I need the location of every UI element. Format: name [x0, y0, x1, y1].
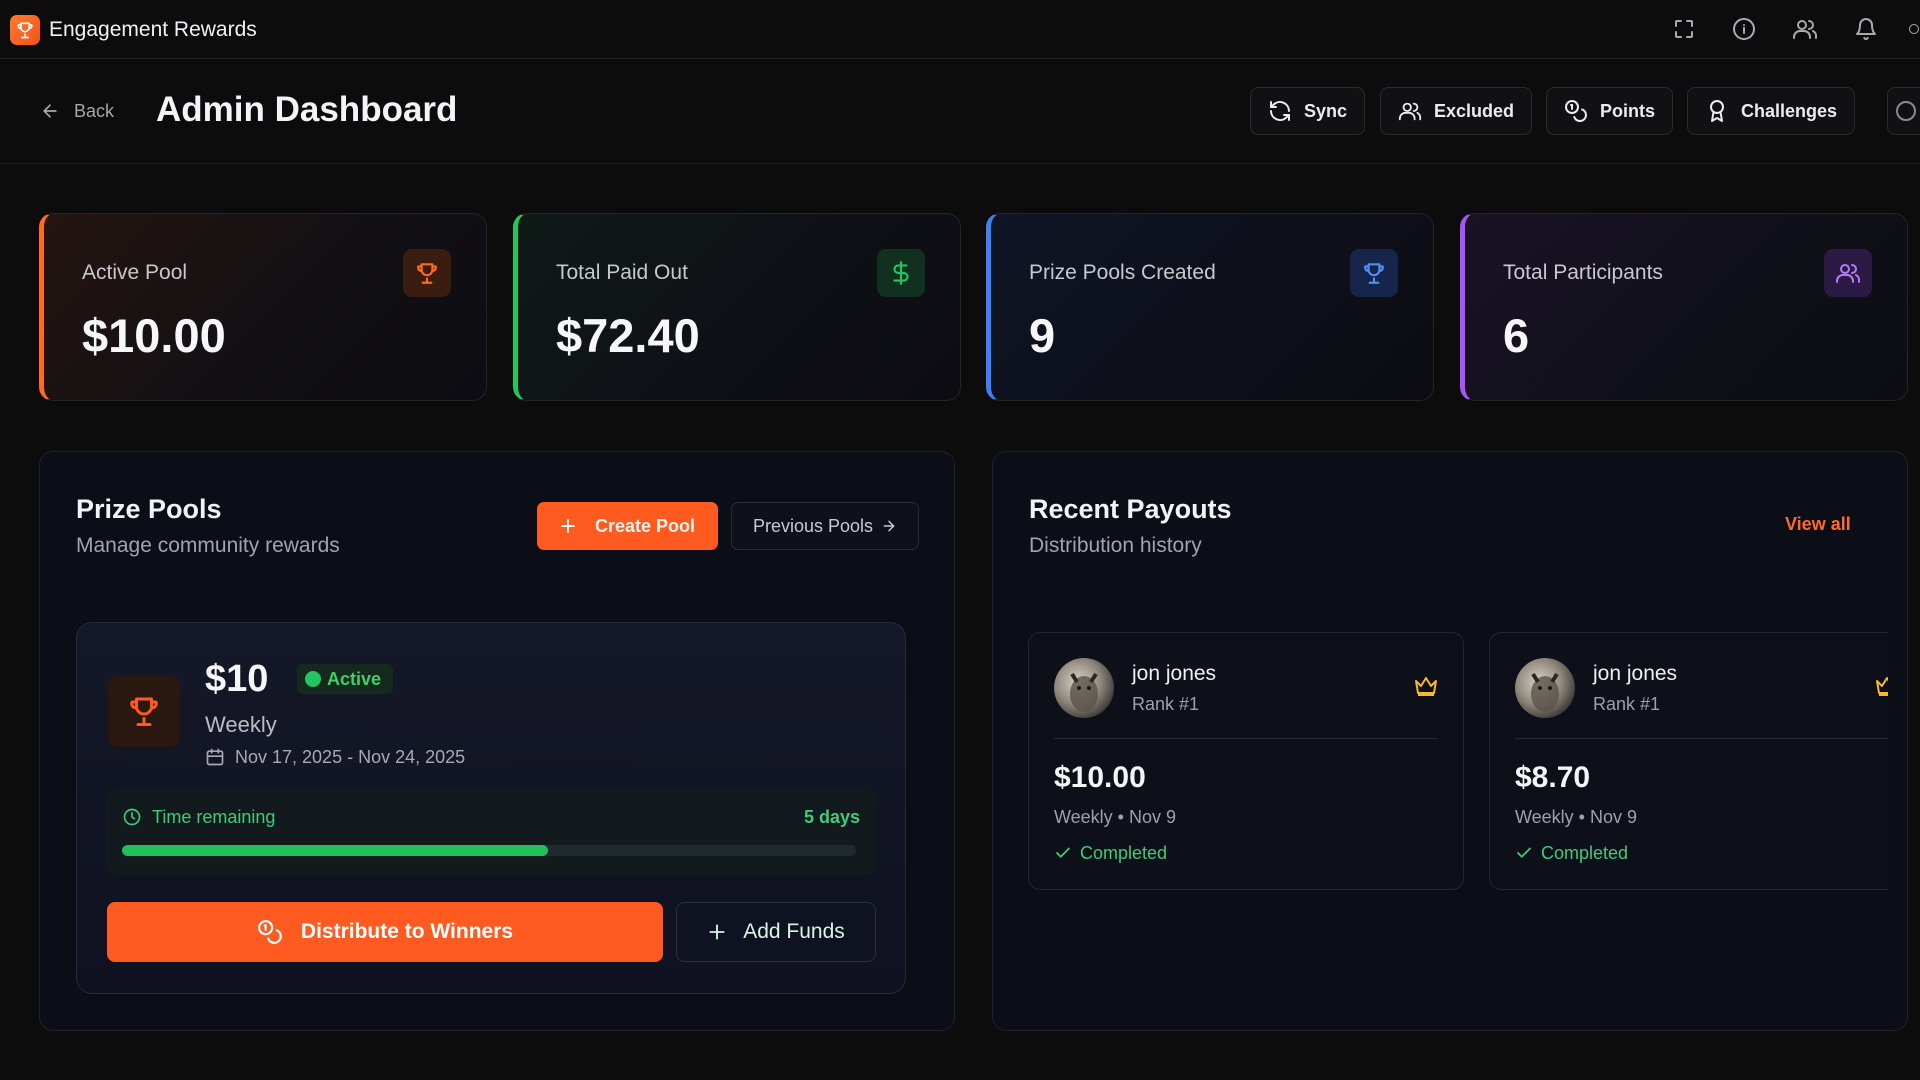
back-link[interactable]: Back	[40, 97, 114, 125]
award-icon	[1710, 100, 1724, 122]
stat-card-active-pool: Active Pool $10.00	[39, 213, 487, 401]
sync-button[interactable]: Sync	[1250, 87, 1366, 135]
divider	[1054, 738, 1438, 739]
menu-icon[interactable]	[1908, 14, 1920, 44]
plus-icon	[709, 924, 725, 940]
payout-meta: Weekly • Nov 9	[1054, 807, 1177, 827]
payout-card[interactable]: jon jones Rank #1 $10.00 Weekly • Nov 9 …	[1028, 632, 1464, 890]
payout-amount: $10.00	[1054, 761, 1146, 794]
payout-list: jon jones Rank #1 $10.00 Weekly • Nov 9 …	[1028, 632, 1888, 892]
sync-label: Sync	[1304, 100, 1348, 121]
add-funds-label: Add Funds	[743, 920, 845, 943]
payout-status: Completed	[1054, 841, 1167, 865]
trophy-icon	[108, 675, 180, 747]
view-all-link[interactable]: View all	[1785, 512, 1851, 536]
trophy-icon	[1350, 249, 1398, 297]
stat-card-prize-pools-created: Prize Pools Created 9	[986, 213, 1434, 401]
points-label: Points	[1600, 100, 1656, 121]
calendar-icon	[206, 748, 224, 766]
check-icon	[1517, 847, 1531, 858]
users-icon[interactable]	[1790, 14, 1820, 44]
crown-icon	[1413, 675, 1439, 697]
arrow-right-icon	[883, 520, 895, 532]
previous-pools-label: Previous Pools	[752, 515, 874, 536]
payout-status-label: Completed	[1541, 843, 1629, 863]
back-label: Back	[74, 100, 115, 121]
status-label: Active	[327, 668, 382, 689]
payout-card[interactable]: jon jones Rank #1 $8.70 Weekly • Nov 9 C…	[1489, 632, 1888, 890]
stat-value: $72.40	[556, 309, 700, 362]
trophy-icon	[403, 249, 451, 297]
excluded-button[interactable]: Excluded	[1380, 87, 1533, 135]
divider	[1515, 738, 1888, 739]
info-icon[interactable]	[1729, 14, 1759, 44]
users-icon	[1398, 102, 1422, 121]
prize-pools-title: Prize Pools	[76, 494, 222, 524]
fullscreen-icon[interactable]	[1669, 14, 1699, 44]
payout-status-label: Completed	[1080, 843, 1168, 863]
time-remaining-label: Time remaining	[122, 805, 275, 829]
page-header: Back Admin Dashboard Sync Excluded Point…	[0, 59, 1920, 164]
page-title: Admin Dashboard	[156, 90, 458, 129]
stat-card-total-participants: Total Participants 6	[1460, 213, 1908, 401]
prize-pools-subtitle: Manage community rewards	[76, 534, 340, 557]
points-button[interactable]: Points	[1546, 87, 1674, 135]
status-badge: Active	[297, 664, 394, 694]
recent-payouts-title: Recent Payouts	[1029, 494, 1232, 524]
avatar	[1054, 658, 1114, 718]
payout-name: jon jones	[1132, 662, 1217, 685]
dollar-icon	[877, 249, 925, 297]
pool-dates: Nov 17, 2025 - Nov 24, 2025	[205, 745, 465, 769]
refresh-icon	[1270, 101, 1290, 121]
stat-value: 6	[1503, 309, 1530, 362]
distribute-label: Distribute to Winners	[300, 920, 514, 943]
excluded-label: Excluded	[1434, 100, 1515, 121]
progress-bar	[122, 845, 856, 856]
active-pool-card: $10 Active Weekly Nov 17, 2025 - Nov 24,…	[76, 622, 906, 994]
payout-rank: Rank #1	[1593, 694, 1661, 714]
app-title: Engagement Rewards	[49, 18, 257, 41]
status-dot	[305, 671, 321, 687]
clock-icon	[123, 808, 141, 826]
pool-period: Weekly	[205, 712, 277, 737]
app-logo	[10, 15, 40, 45]
pool-dates-label: Nov 17, 2025 - Nov 24, 2025	[235, 747, 466, 767]
coins-icon	[258, 920, 282, 944]
time-label-text: Time remaining	[152, 807, 276, 827]
coins-icon	[1565, 100, 1587, 122]
avatar	[1515, 658, 1575, 718]
previous-pools-button[interactable]: Previous Pools	[731, 502, 919, 550]
recent-payouts-subtitle: Distribution history	[1029, 534, 1202, 557]
check-icon	[1056, 847, 1070, 858]
arrow-left-icon	[43, 104, 57, 118]
users-icon	[1824, 249, 1872, 297]
pool-amount: $10	[205, 658, 269, 700]
stat-value: $10.00	[82, 309, 226, 362]
payout-status: Completed	[1515, 841, 1628, 865]
time-remaining-value: 5 days	[803, 807, 860, 827]
distribute-button[interactable]: Distribute to Winners	[107, 902, 663, 962]
medal-icon	[1874, 675, 1888, 697]
more-button[interactable]	[1887, 87, 1920, 135]
stat-card-total-paid-out: Total Paid Out $72.40	[513, 213, 961, 401]
progress-fill	[122, 845, 548, 856]
stat-value: 9	[1029, 309, 1056, 362]
bell-icon[interactable]	[1851, 14, 1881, 44]
payout-meta: Weekly • Nov 9	[1515, 807, 1638, 827]
app-bar: Engagement Rewards	[0, 0, 1920, 59]
plus-icon	[561, 519, 575, 533]
challenges-button[interactable]: Challenges	[1687, 87, 1856, 135]
challenges-label: Challenges	[1741, 100, 1838, 121]
payout-rank: Rank #1	[1132, 694, 1200, 714]
payout-amount: $8.70	[1515, 761, 1591, 794]
payout-name: jon jones	[1593, 662, 1678, 685]
create-pool-button[interactable]: Create Pool	[537, 502, 718, 550]
add-funds-button[interactable]: Add Funds	[676, 902, 876, 962]
time-remaining-box: Time remaining 5 days	[106, 789, 876, 875]
create-pool-label: Create Pool	[595, 515, 696, 536]
